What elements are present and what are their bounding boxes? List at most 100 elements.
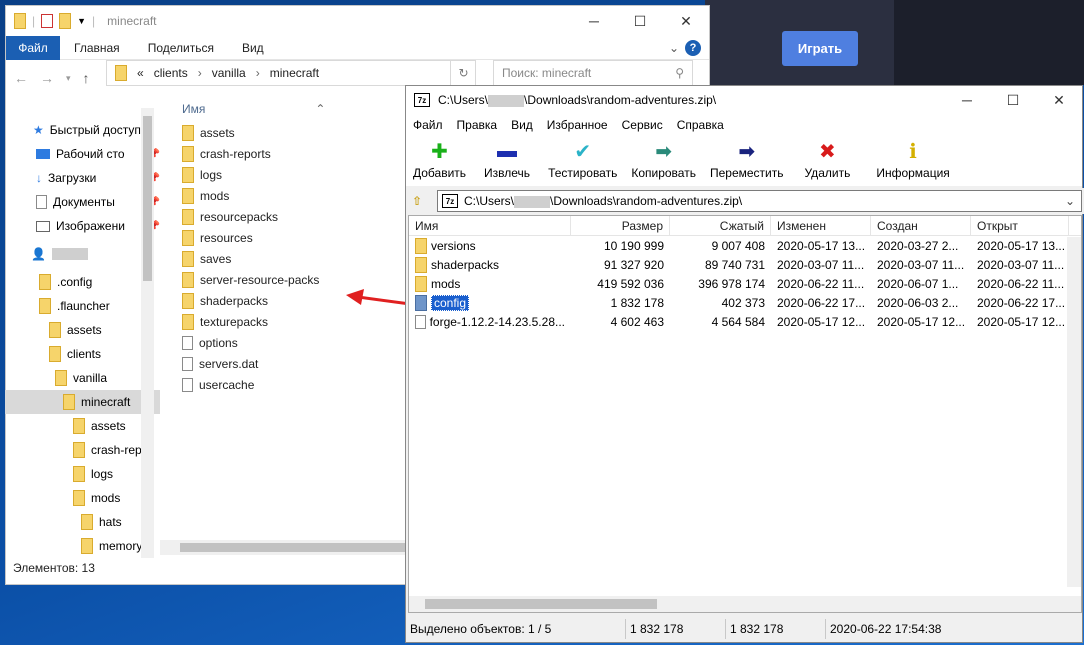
delete-button[interactable]: ✖ Удалить: [791, 140, 865, 181]
archive-file-list: Имя Размер Сжатый Изменен Создан Открыт …: [408, 215, 1082, 613]
column-header-name[interactable]: Имя: [409, 216, 571, 235]
scroll-thumb[interactable]: [180, 543, 405, 552]
menu-edit[interactable]: Правка: [450, 118, 505, 132]
breadcrumb-minecraft[interactable]: minecraft: [270, 66, 319, 80]
menu-file[interactable]: Файл: [406, 118, 450, 132]
nav-label: assets: [67, 323, 102, 337]
sevenzip-logo-icon: 7z: [414, 93, 430, 107]
up-folder-icon[interactable]: ⇧: [412, 194, 422, 208]
table-row[interactable]: mods 419 592 036 396 978 174 2020-06-22 …: [409, 274, 1081, 293]
tab-home[interactable]: Главная: [60, 41, 134, 55]
scroll-thumb[interactable]: [143, 116, 152, 281]
cell-modified: 2020-05-17 13...: [777, 238, 866, 253]
nav-folder[interactable]: crash-repo: [5, 438, 160, 462]
close-button[interactable]: ✕: [1036, 86, 1082, 114]
nav-scrollbar[interactable]: [141, 108, 154, 558]
play-button[interactable]: Играть: [782, 31, 858, 66]
nav-downloads[interactable]: ↓Загрузки📌: [5, 166, 160, 190]
nav-folder[interactable]: .config: [5, 270, 160, 294]
add-button[interactable]: ✚ Добавить: [406, 140, 473, 181]
help-icon[interactable]: ?: [685, 39, 701, 56]
nav-folder[interactable]: clients: [5, 342, 160, 366]
test-button[interactable]: ✔ Тестировать: [541, 140, 624, 181]
copy-button[interactable]: ➡ Копировать: [624, 140, 703, 181]
chevron-down-icon[interactable]: ⌄: [1065, 194, 1075, 208]
nav-label: mods: [91, 491, 121, 505]
nav-folder[interactable]: assets: [5, 318, 160, 342]
launcher-panel-right: [894, 0, 1084, 85]
nav-folder[interactable]: vanilla: [5, 366, 160, 390]
column-header-modified[interactable]: Изменен: [771, 216, 871, 235]
nav-label: .flauncher: [57, 299, 110, 313]
column-header-size[interactable]: Размер: [571, 216, 670, 235]
maximize-button[interactable]: ☐: [617, 6, 663, 36]
tab-view[interactable]: Вид: [228, 41, 278, 55]
move-button[interactable]: ➡ Переместить: [703, 140, 791, 181]
table-row[interactable]: versions 10 190 999 9 007 408 2020-05-17…: [409, 236, 1081, 255]
search-input[interactable]: Поиск: minecraft ⚲: [493, 60, 693, 86]
column-header-created[interactable]: Создан: [871, 216, 971, 235]
nav-folder[interactable]: .flauncher: [5, 294, 160, 318]
folder-icon: [49, 346, 61, 362]
refresh-button[interactable]: ↻: [450, 60, 476, 86]
file-name: resources: [200, 230, 253, 245]
column-header-packed[interactable]: Сжатый: [670, 216, 771, 235]
vertical-scrollbar[interactable]: [1067, 237, 1081, 587]
expand-ribbon-icon[interactable]: ⌄: [669, 41, 679, 55]
nav-folder-selected[interactable]: minecraft: [5, 390, 160, 414]
menu-favorites[interactable]: Избранное: [540, 118, 615, 132]
forward-arrow-icon[interactable]: →: [40, 70, 54, 86]
nav-folder[interactable]: assets: [5, 414, 160, 438]
info-button[interactable]: ℹ Информация: [864, 140, 961, 181]
cell-packed: 9 007 408: [711, 238, 765, 253]
item-count-status: Элементов: 13: [13, 561, 95, 575]
nav-folder[interactable]: mods: [5, 486, 160, 510]
up-arrow-icon[interactable]: ↑: [83, 70, 90, 86]
nav-desktop[interactable]: Рабочий сто📌: [5, 142, 160, 166]
nav-folder[interactable]: logs: [5, 462, 160, 486]
nav-pictures[interactable]: Изображени📌: [5, 214, 160, 238]
nav-user[interactable]: 👤: [5, 238, 160, 270]
table-row[interactable]: forge-1.12.2-14.23.5.28... 4 602 463 4 5…: [409, 312, 1081, 331]
column-header-accessed[interactable]: Открыт: [971, 216, 1069, 235]
close-button[interactable]: ✕: [663, 6, 709, 36]
table-row-selected[interactable]: config 1 832 178 402 373 2020-06-22 17..…: [409, 293, 1081, 312]
new-folder-icon[interactable]: [59, 13, 72, 29]
table-row[interactable]: shaderpacks 91 327 920 89 740 731 2020-0…: [409, 255, 1081, 274]
tab-file[interactable]: Файл: [6, 35, 60, 60]
recent-dropdown-icon[interactable]: ▾: [66, 73, 71, 84]
horizontal-scrollbar[interactable]: [409, 596, 1081, 612]
menu-view[interactable]: Вид: [504, 118, 540, 132]
folder-icon: [63, 394, 75, 410]
back-arrow-icon[interactable]: ←: [14, 70, 28, 86]
copy-arrow-icon: ➡: [655, 140, 673, 163]
menu-help[interactable]: Справка: [670, 118, 731, 132]
folder-icon: [73, 442, 85, 458]
nav-label: vanilla: [73, 371, 108, 385]
button-label: Информация: [876, 166, 950, 180]
maximize-button[interactable]: ☐: [990, 86, 1036, 114]
address-bar[interactable]: « clients › vanilla › minecraft: [106, 60, 476, 86]
nav-folder[interactable]: memory: [5, 534, 160, 558]
cell-modified: 2020-06-22 11...: [777, 276, 865, 291]
nav-folder[interactable]: hats: [5, 510, 160, 534]
folder-icon: [182, 166, 194, 183]
file-name: assets: [200, 125, 235, 140]
nav-documents[interactable]: Документы📌: [5, 190, 160, 214]
scroll-thumb[interactable]: [425, 599, 657, 609]
star-icon: ★: [33, 123, 44, 137]
address-suffix: \Downloads\random-adventures.zip\: [550, 194, 743, 208]
properties-icon[interactable]: [41, 14, 54, 28]
breadcrumb-clients[interactable]: clients: [154, 66, 188, 80]
tab-share[interactable]: Поделиться: [134, 41, 228, 55]
nav-quick-access[interactable]: ★ Быстрый доступ: [5, 118, 160, 142]
horizontal-scrollbar[interactable]: [160, 540, 405, 555]
dropdown-icon[interactable]: ▼: [77, 16, 86, 26]
breadcrumb-vanilla[interactable]: vanilla: [212, 66, 246, 80]
address-bar[interactable]: 7z C:\Users\ \Downloads\random-adventures…: [437, 190, 1082, 212]
status-selected: Выделено объектов: 1 / 5: [406, 619, 626, 639]
extract-button[interactable]: ▬ Извлечь: [473, 140, 541, 181]
minimize-button[interactable]: ─: [571, 6, 617, 36]
minimize-button[interactable]: ─: [944, 86, 990, 114]
menu-tools[interactable]: Сервис: [615, 118, 670, 132]
